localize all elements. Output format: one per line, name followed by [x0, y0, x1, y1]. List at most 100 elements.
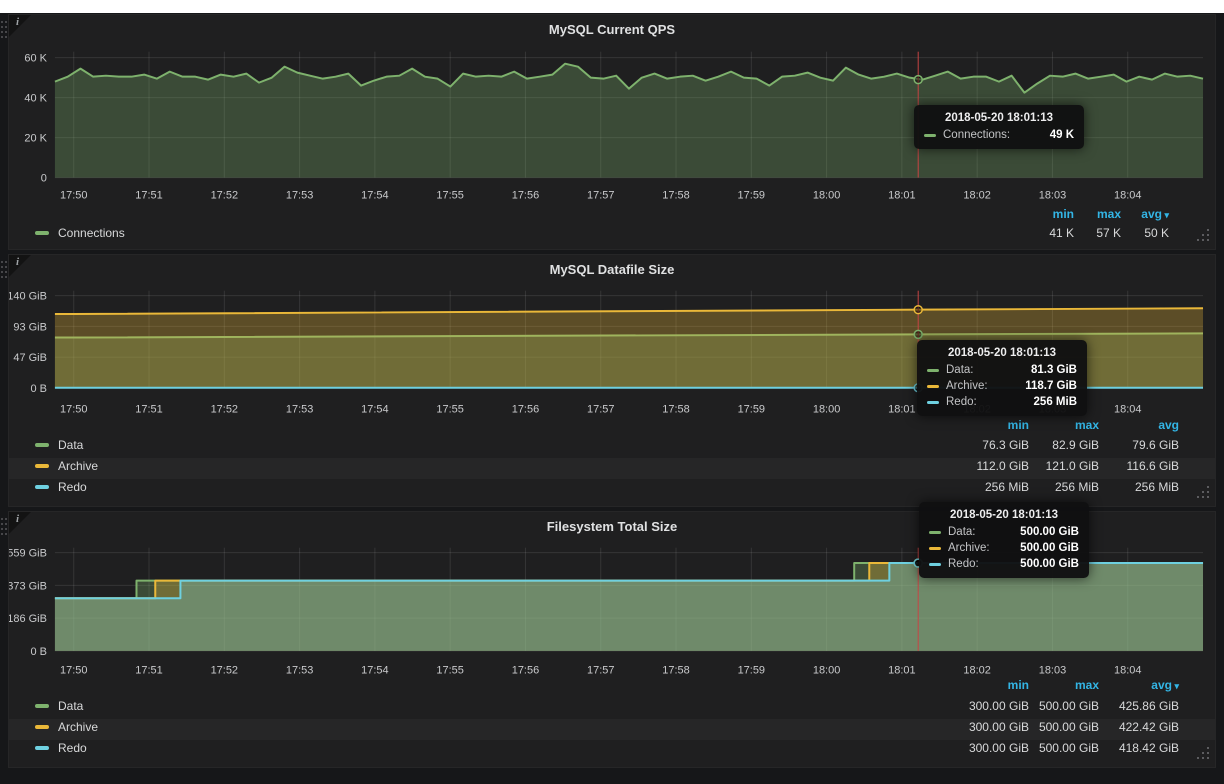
panel-info-icon[interactable]: i [9, 15, 31, 37]
x-tick-label: 17:55 [436, 189, 463, 201]
tooltip-series-label: Redo: [946, 396, 977, 408]
info-icon-glyph: i [16, 16, 19, 28]
tooltip-series-value: 49 K [1034, 129, 1074, 141]
x-tick-label: 17:51 [135, 189, 162, 201]
legend-series-label: Data [58, 699, 83, 713]
x-tick-label: 18:01 [888, 665, 915, 677]
x-tick-label: 17:53 [286, 665, 313, 677]
chevron-down-icon: ▾ [1162, 210, 1169, 220]
legend-sort-avg[interactable]: avg [1089, 418, 1179, 432]
tooltip-series-row: Archive: 500.00 GiB [929, 542, 1079, 554]
hover-point-marker [914, 306, 922, 314]
legend-series-label: Connections [58, 226, 125, 240]
panel-title[interactable]: MySQL Datafile Size [9, 262, 1215, 277]
tooltip-series-row: Data: 500.00 GiB [929, 526, 1079, 538]
x-tick-label: 17:55 [436, 404, 463, 416]
tooltip-series-value: 81.3 GiB [1015, 364, 1077, 376]
legend-sort-max[interactable]: max [1009, 678, 1099, 692]
grafana-dashboard: i MySQL Current QPS 020 K40 K60 K17:5017… [0, 13, 1224, 784]
y-tick-label: 47 GiB [13, 352, 47, 364]
y-tick-label: 60 K [24, 53, 47, 65]
legend-series-archive[interactable]: Archive [35, 459, 98, 473]
y-tick-label: 0 [41, 173, 47, 185]
x-tick-label: 17:56 [512, 665, 539, 677]
series-color-dash-icon [35, 485, 49, 489]
panel-resize-handle-icon[interactable] [1207, 496, 1209, 498]
row-drag-handle-icon[interactable] [1, 261, 3, 263]
tooltip-series-label: Data: [946, 364, 974, 376]
row-drag-handle-icon[interactable] [1, 518, 3, 520]
panel-title[interactable]: MySQL Current QPS [9, 22, 1215, 37]
legend-series-data[interactable]: Data [35, 438, 83, 452]
hover-point-marker [914, 330, 922, 338]
legend-series-label: Archive [58, 459, 98, 473]
tooltip-series-value: 500.00 GiB [1004, 526, 1079, 538]
panel-resize-handle-icon[interactable] [1207, 757, 1209, 759]
x-tick-label: 17:59 [738, 189, 765, 201]
series-color-dash-icon [927, 369, 939, 372]
tooltip-series-label: Archive: [946, 380, 988, 392]
x-tick-label: 18:04 [1114, 404, 1141, 416]
x-tick-label: 17:52 [211, 189, 238, 201]
tooltip-series-row: Connections:49 K [924, 129, 1074, 141]
legend-series-redo[interactable]: Redo [35, 480, 87, 494]
tooltip-series-label: Data: [948, 526, 976, 538]
legend-sort-avg[interactable]: avg ▾ [1079, 207, 1169, 221]
x-tick-label: 18:04 [1114, 665, 1141, 677]
x-tick-label: 17:53 [286, 404, 313, 416]
tooltip-series-value: 118.7 GiB [1009, 380, 1077, 392]
x-tick-label: 18:04 [1114, 189, 1141, 201]
chevron-down-icon: ▾ [1172, 681, 1179, 691]
legend-sort-avg[interactable]: avg ▾ [1089, 678, 1179, 692]
x-tick-label: 18:03 [1039, 665, 1066, 677]
tooltip-series-value: 500.00 GiB [1004, 558, 1079, 570]
x-tick-label: 17:50 [60, 189, 87, 201]
series-color-dash-icon [929, 531, 941, 534]
x-tick-label: 18:03 [1039, 189, 1066, 201]
x-tick-label: 17:58 [662, 665, 689, 677]
y-tick-label: 0 B [30, 383, 46, 395]
x-tick-label: 18:00 [813, 189, 840, 201]
y-tick-label: 0 B [30, 646, 46, 658]
tooltip-series-row: Archive: 118.7 GiB [927, 380, 1077, 392]
tooltip-timestamp: 2018-05-20 18:01:13 [927, 347, 1077, 359]
panel-info-icon[interactable]: i [9, 512, 31, 534]
legend-series-redo[interactable]: Redo [35, 741, 87, 755]
tooltip-series-value: 500.00 GiB [1004, 542, 1079, 554]
tooltip-timestamp: 2018-05-20 18:01:13 [924, 112, 1074, 124]
series-color-dash-icon [35, 746, 49, 750]
x-tick-label: 17:54 [361, 404, 388, 416]
graph-tooltip: 2018-05-20 18:01:13 Connections:49 K [914, 105, 1084, 149]
x-tick-label: 17:56 [512, 189, 539, 201]
series-color-dash-icon [929, 547, 941, 550]
legend-series-connections[interactable]: Connections [35, 226, 125, 240]
series-color-dash-icon [35, 231, 49, 235]
x-tick-label: 17:50 [60, 404, 87, 416]
x-tick-label: 17:50 [60, 665, 87, 677]
panel-resize-handle-icon[interactable] [1207, 239, 1209, 241]
tooltip-series-label: Archive: [948, 542, 990, 554]
hover-point-marker [914, 76, 922, 84]
x-tick-label: 17:54 [361, 665, 388, 677]
graph-tooltip: 2018-05-20 18:01:13 Data: 81.3 GiB Archive:… [917, 340, 1087, 416]
panel-info-icon[interactable]: i [9, 255, 31, 277]
graph-tooltip: 2018-05-20 18:01:13Data:500.00 GiBArchiv… [919, 502, 1089, 578]
x-tick-label: 17:57 [587, 665, 614, 677]
row-drag-handle-icon[interactable] [1, 21, 3, 23]
x-tick-label: 17:59 [738, 665, 765, 677]
x-tick-label: 17:51 [135, 404, 162, 416]
series-color-dash-icon [35, 464, 49, 468]
legend-series-data[interactable]: Data [35, 699, 83, 713]
y-tick-label: 20 K [24, 133, 47, 145]
page-frame: i MySQL Current QPS 020 K40 K60 K17:5017… [0, 13, 1224, 784]
legend-sort-max[interactable]: max [1009, 418, 1099, 432]
x-tick-label: 18:01 [888, 404, 915, 416]
x-tick-label: 17:58 [662, 404, 689, 416]
legend-series-label: Redo [58, 741, 87, 755]
tooltip-series-row: Redo:256 MiB [927, 396, 1077, 408]
legend-series-archive[interactable]: Archive [35, 720, 98, 734]
x-tick-label: 17:54 [361, 189, 388, 201]
series-color-dash-icon [35, 443, 49, 447]
x-tick-label: 17:57 [587, 404, 614, 416]
series-color-dash-icon [927, 385, 939, 388]
